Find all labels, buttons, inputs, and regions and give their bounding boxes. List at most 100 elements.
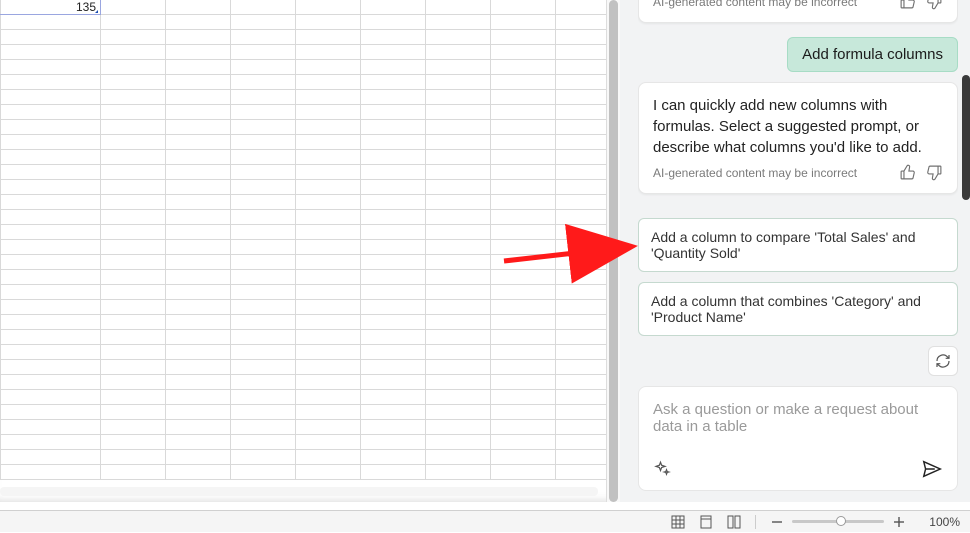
- thumbs-up-button[interactable]: [899, 164, 916, 181]
- cell[interactable]: [231, 390, 296, 405]
- cell[interactable]: [101, 345, 166, 360]
- cell[interactable]: [296, 105, 361, 120]
- cell[interactable]: [231, 300, 296, 315]
- cell[interactable]: [166, 120, 231, 135]
- cell[interactable]: [166, 255, 231, 270]
- cell[interactable]: [166, 240, 231, 255]
- cell[interactable]: [426, 390, 491, 405]
- cell[interactable]: [296, 255, 361, 270]
- cell[interactable]: [296, 345, 361, 360]
- cell[interactable]: [101, 15, 166, 30]
- cell[interactable]: [231, 420, 296, 435]
- cell[interactable]: [166, 30, 231, 45]
- cell[interactable]: [1, 390, 101, 405]
- cell[interactable]: [101, 30, 166, 45]
- cell[interactable]: [361, 75, 426, 90]
- cell[interactable]: [101, 420, 166, 435]
- cell[interactable]: [361, 285, 426, 300]
- cell[interactable]: [101, 300, 166, 315]
- sparkle-button[interactable]: [653, 460, 671, 478]
- cell[interactable]: [101, 135, 166, 150]
- cell[interactable]: [491, 420, 556, 435]
- cell[interactable]: [296, 450, 361, 465]
- cell[interactable]: [1, 255, 101, 270]
- cell[interactable]: [296, 195, 361, 210]
- cell[interactable]: [361, 90, 426, 105]
- cell[interactable]: [101, 225, 166, 240]
- cell[interactable]: [426, 285, 491, 300]
- cell[interactable]: [361, 375, 426, 390]
- cell[interactable]: [101, 45, 166, 60]
- horizontal-scrollbar[interactable]: [0, 487, 598, 496]
- cell[interactable]: [296, 30, 361, 45]
- cell[interactable]: [166, 450, 231, 465]
- cell[interactable]: [1, 150, 101, 165]
- cell[interactable]: [296, 0, 361, 15]
- cell[interactable]: [231, 30, 296, 45]
- cell[interactable]: [426, 330, 491, 345]
- cell[interactable]: [361, 135, 426, 150]
- cell[interactable]: [361, 255, 426, 270]
- cell[interactable]: [101, 195, 166, 210]
- cell[interactable]: [231, 375, 296, 390]
- cell[interactable]: [101, 90, 166, 105]
- cell[interactable]: [491, 315, 556, 330]
- cell[interactable]: [491, 90, 556, 105]
- cell[interactable]: [101, 450, 166, 465]
- cell[interactable]: [491, 75, 556, 90]
- cell[interactable]: [1, 135, 101, 150]
- cell[interactable]: [361, 105, 426, 120]
- cell[interactable]: [101, 240, 166, 255]
- cell[interactable]: [491, 0, 556, 15]
- cell[interactable]: [296, 90, 361, 105]
- cell[interactable]: [166, 165, 231, 180]
- cell[interactable]: [101, 165, 166, 180]
- cell[interactable]: [1, 210, 101, 225]
- cell[interactable]: [361, 390, 426, 405]
- cell[interactable]: [296, 210, 361, 225]
- cell[interactable]: [491, 120, 556, 135]
- cell[interactable]: [166, 135, 231, 150]
- cell[interactable]: [361, 150, 426, 165]
- cell[interactable]: [101, 75, 166, 90]
- cell[interactable]: [361, 225, 426, 240]
- cell[interactable]: [166, 0, 231, 15]
- cell[interactable]: [426, 165, 491, 180]
- cell[interactable]: [101, 150, 166, 165]
- cell[interactable]: [361, 330, 426, 345]
- view-page-layout-button[interactable]: [697, 513, 715, 531]
- cell[interactable]: [426, 60, 491, 75]
- cell[interactable]: [491, 285, 556, 300]
- cell[interactable]: [296, 375, 361, 390]
- zoom-level-label[interactable]: 100%: [918, 515, 960, 529]
- cell[interactable]: [231, 465, 296, 480]
- cell[interactable]: [296, 285, 361, 300]
- cell[interactable]: [426, 135, 491, 150]
- cell[interactable]: [231, 120, 296, 135]
- cell[interactable]: [426, 210, 491, 225]
- cell[interactable]: [491, 360, 556, 375]
- cell[interactable]: [296, 45, 361, 60]
- cell[interactable]: [231, 60, 296, 75]
- cell[interactable]: [1, 15, 101, 30]
- cell[interactable]: [101, 315, 166, 330]
- cell[interactable]: [1, 315, 101, 330]
- cell[interactable]: [166, 420, 231, 435]
- cell[interactable]: [361, 0, 426, 15]
- thumbs-down-button[interactable]: [926, 164, 943, 181]
- cell[interactable]: [426, 195, 491, 210]
- cell[interactable]: [1, 300, 101, 315]
- cell[interactable]: [166, 180, 231, 195]
- cell[interactable]: [166, 465, 231, 480]
- cell[interactable]: [101, 405, 166, 420]
- cell[interactable]: [296, 225, 361, 240]
- cell[interactable]: [166, 45, 231, 60]
- cell[interactable]: [426, 180, 491, 195]
- cell[interactable]: [491, 225, 556, 240]
- cell[interactable]: [166, 210, 231, 225]
- cell[interactable]: [166, 150, 231, 165]
- cell[interactable]: [166, 195, 231, 210]
- cell[interactable]: [491, 300, 556, 315]
- cell[interactable]: [231, 225, 296, 240]
- cell[interactable]: [1, 285, 101, 300]
